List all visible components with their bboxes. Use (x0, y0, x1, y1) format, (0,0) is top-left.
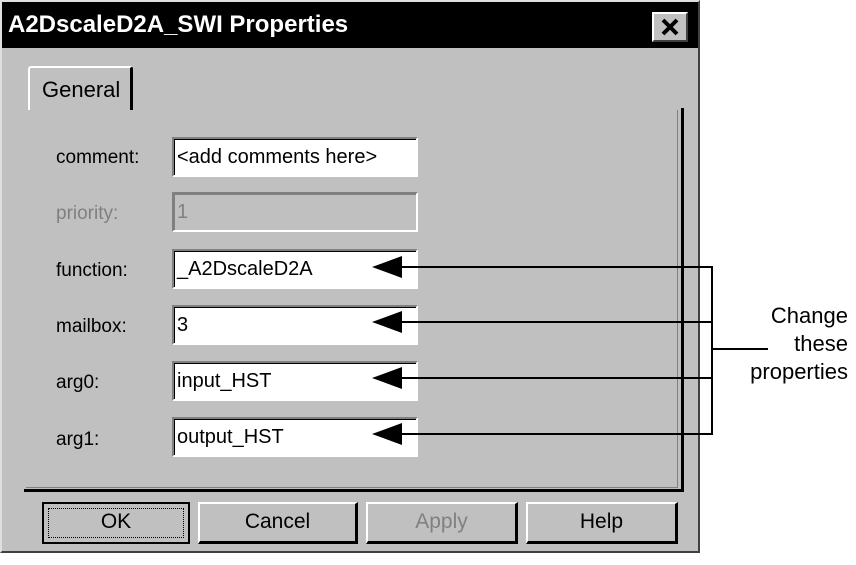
callout-line-3: properties (750, 359, 848, 384)
apply-button-label: Apply (415, 510, 468, 533)
function-label: function: (56, 260, 128, 281)
callout-line-1: Change (770, 303, 848, 328)
figure: A2DscaleD2A_SWI Properties General comme… (0, 0, 856, 565)
window-title: A2DscaleD2A_SWI Properties (8, 11, 349, 38)
mailbox-field[interactable]: 3 (172, 305, 418, 345)
comment-field[interactable]: <add comments here> (172, 137, 418, 177)
cancel-button[interactable]: Cancel (198, 502, 358, 544)
help-button[interactable]: Help (526, 502, 678, 544)
cancel-button-label: Cancel (244, 510, 311, 533)
priority-label: priority: (56, 203, 119, 224)
ok-button[interactable]: OK (42, 502, 190, 544)
tab-general[interactable]: General (28, 66, 134, 110)
arg0-label: arg0: (56, 372, 100, 393)
comment-label: comment: (56, 147, 140, 168)
priority-value: 1 (177, 201, 189, 223)
callout-text: Change these properties (726, 302, 848, 386)
help-button-label: Help (579, 510, 624, 533)
panel-shadow-right (677, 110, 678, 488)
mailbox-value: 3 (177, 314, 189, 336)
callout-line-2: these (794, 331, 848, 356)
arg1-label: arg1: (56, 429, 100, 450)
arg1-value: output_HST (177, 426, 284, 448)
close-button[interactable] (652, 12, 688, 42)
focus-ring (48, 508, 184, 538)
function-value: _A2DscaleD2A (177, 258, 313, 280)
title-bar[interactable]: A2DscaleD2A_SWI Properties (2, 2, 698, 48)
arg0-value: input_HST (177, 370, 272, 392)
apply-button: Apply (366, 502, 518, 544)
mailbox-label: mailbox: (56, 316, 127, 337)
tab-label: General (42, 77, 121, 102)
comment-value: <add comments here> (177, 146, 378, 168)
panel-shadow-bottom (26, 487, 678, 488)
arg0-field[interactable]: input_HST (172, 361, 418, 401)
priority-field: 1 (172, 192, 418, 232)
function-field[interactable]: _A2DscaleD2A (172, 249, 418, 289)
close-x-icon (654, 14, 686, 40)
arg1-field[interactable]: output_HST (172, 417, 418, 457)
properties-dialog: A2DscaleD2A_SWI Properties General comme… (0, 0, 700, 553)
